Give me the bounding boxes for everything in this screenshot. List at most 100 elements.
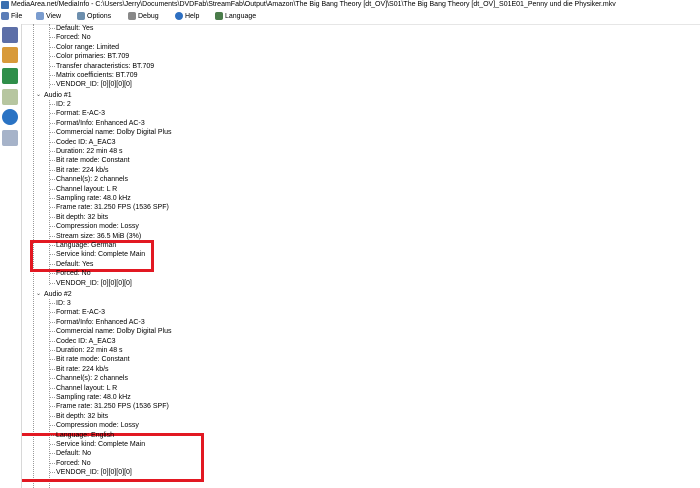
property-row: VENDOR_ID: [0][0][0][0] (50, 279, 132, 288)
property-row: Codec ID: A_EAC3 (50, 337, 116, 346)
tree-connector (50, 378, 55, 380)
property-text: Color primaries: BT.709 (56, 53, 130, 61)
tree-connector (50, 160, 55, 162)
property-row: Channel(s): 2 channels (50, 374, 128, 383)
property-row: Channel layout: L R (50, 185, 117, 194)
property-row: Stream size: 36.5 MiB (3%) (50, 232, 142, 241)
tree-connector (50, 340, 55, 342)
property-text: Compression mode: Lossy (56, 223, 139, 231)
property-text: Color range: Limited (56, 43, 120, 51)
menu-language[interactable]: Language (215, 10, 256, 24)
options-icon[interactable] (2, 89, 18, 105)
property-row: Transfer characteristics: BT.709 (50, 62, 154, 71)
property-row: Compression mode: Lossy (50, 421, 139, 430)
property-text: ID: 2 (56, 101, 71, 108)
open-file-icon[interactable] (2, 27, 18, 43)
property-text: Format: E-AC-3 (56, 110, 106, 118)
property-row: Compression mode: Lossy (50, 222, 139, 231)
collapse-chevron-icon[interactable]: ⌄ (36, 91, 41, 100)
property-text: Service kind: Complete Main (56, 251, 146, 259)
property-text: Service kind: Complete Main (56, 441, 146, 448)
property-text: Default: Yes (56, 260, 94, 268)
tree-connector (50, 56, 55, 58)
property-row: Bit rate: 224 kb/s (50, 365, 109, 374)
audio2-header[interactable]: ⌄ Audio #2 (36, 290, 72, 299)
copy-icon[interactable] (2, 130, 18, 146)
property-row: Bit rate: 224 kb/s (50, 166, 109, 175)
tree-connector (50, 113, 55, 115)
property-text: Channel(s): 2 channels (56, 375, 128, 383)
tree-connector (50, 462, 55, 464)
about-icon[interactable] (2, 109, 18, 125)
property-row: VENDOR_ID: [0][0][0][0] (50, 468, 132, 477)
property-text: Bit rate: 224 kb/s (56, 166, 109, 174)
property-row: Matrix coefficients: BT.709 (50, 71, 138, 80)
window-title: MediaArea.net/MediaInfo - C:\Users\Jerry… (11, 1, 616, 8)
tree-connector (50, 444, 55, 445)
property-text: Bit rate mode: Constant (56, 356, 130, 364)
property-row: Frame rate: 31.250 FPS (1536 SPF) (50, 203, 169, 212)
property-row: Commercial name: Dolby Digital Plus (50, 128, 172, 137)
property-row: Language: German (50, 241, 116, 250)
property-row: Bit rate mode: Constant (50, 156, 130, 165)
tree-connector (50, 321, 55, 323)
tree-connector (50, 453, 55, 455)
tree-connector (50, 415, 55, 417)
property-text: Sampling rate: 48.0 kHz (56, 195, 131, 202)
open-folder-icon[interactable] (2, 47, 18, 63)
property-text: Frame rate: 31.250 FPS (1536 SPF) (56, 204, 169, 212)
tree-connector (50, 132, 55, 134)
property-text: Language: English (56, 431, 114, 439)
property-text: Forced: No (56, 459, 91, 467)
tree-connector (50, 122, 55, 124)
tree-connector (50, 65, 55, 67)
tree-connector (50, 472, 55, 474)
tree-connector (50, 303, 55, 304)
property-text: Default: Yes (56, 25, 94, 32)
property-row: Default: Yes (50, 260, 94, 269)
tree-connector (50, 104, 55, 105)
property-text: Sampling rate: 48.0 kHz (56, 394, 131, 401)
property-row: Sampling rate: 48.0 kHz (50, 194, 131, 203)
collapse-chevron-icon[interactable]: ⌄ (36, 290, 41, 299)
property-row: Service kind: Complete Main (50, 250, 146, 259)
property-row: Bit depth: 32 bits (50, 412, 108, 421)
tree-connector (50, 226, 55, 228)
tree-connector (50, 75, 55, 76)
tree-connector (50, 151, 55, 152)
property-text: Bit rate mode: Constant (56, 157, 130, 165)
property-row: Channel(s): 2 channels (50, 175, 128, 184)
export-icon[interactable] (2, 68, 18, 84)
property-text: Default: No (56, 450, 92, 458)
property-row: Codec ID: A_EAC3 (50, 138, 116, 147)
help-icon (175, 12, 183, 21)
tree-connector (50, 46, 55, 48)
property-text: Stream size: 36.5 MiB (3%) (56, 232, 142, 240)
property-text: Forced: No (56, 34, 91, 42)
tree-connector (50, 312, 55, 314)
property-text: Channel(s): 2 channels (56, 176, 128, 184)
info-tree-view[interactable]: ⌄ Audio #1 ⌄ Audio #2 Default: Yes Forced… (22, 24, 700, 488)
audio1-header[interactable]: ⌄ Audio #1 (36, 91, 72, 100)
property-text: Commercial name: Dolby Digital Plus (56, 129, 172, 137)
property-text: ID: 3 (56, 300, 71, 307)
mediainfo-app-icon (1, 1, 9, 9)
property-row: Forced: No (50, 459, 91, 468)
property-row: Format: E-AC-3 (50, 308, 105, 317)
menu-debug[interactable]: Debug (128, 10, 159, 24)
tree-connector (50, 387, 55, 389)
property-text: VENDOR_ID: [0][0][0][0] (56, 81, 132, 89)
tree-connector (50, 273, 55, 275)
property-row: Bit depth: 32 bits (50, 213, 108, 222)
tree-connector (50, 350, 55, 351)
property-row: Sampling rate: 48.0 kHz (50, 393, 131, 402)
property-text: VENDOR_ID: [0][0][0][0] (56, 469, 132, 477)
tree-connector (50, 198, 55, 199)
tree-connector (50, 397, 55, 398)
property-text: Duration: 22 min 48 s (56, 347, 123, 354)
menu-file[interactable]: File (1, 10, 22, 24)
language-icon (215, 12, 223, 21)
menu-options[interactable]: Options (77, 10, 111, 24)
menu-help[interactable]: Help (175, 10, 199, 24)
menu-view[interactable]: View (36, 10, 61, 24)
